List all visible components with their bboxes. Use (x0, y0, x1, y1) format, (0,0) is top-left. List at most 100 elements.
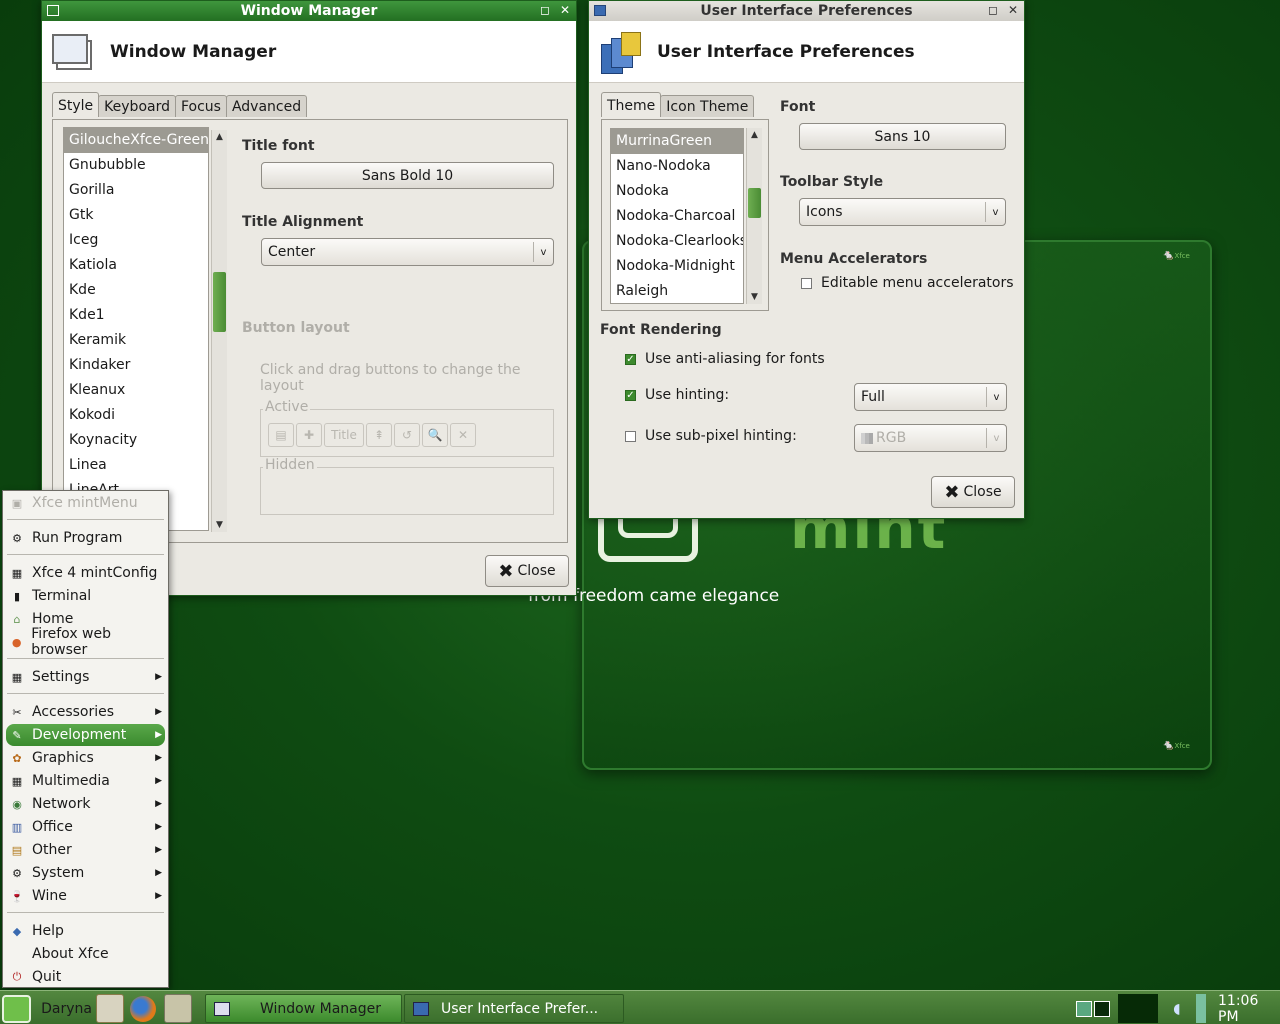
scroll-down-icon[interactable]: ▼ (747, 292, 762, 302)
close-icon[interactable]: ✕ (558, 3, 572, 17)
menu-separator (7, 554, 164, 555)
tab-advanced[interactable]: Advanced (225, 95, 308, 117)
tab-focus[interactable]: Focus (174, 95, 227, 117)
list-item[interactable]: Gorilla (64, 178, 208, 203)
list-item[interactable]: Kokodi (64, 403, 208, 428)
menu-item-help[interactable]: ◆ Help (6, 920, 165, 942)
menu-item-accessories[interactable]: ✂ Accessories ▶ (6, 701, 165, 723)
scroll-thumb[interactable] (748, 188, 761, 218)
window-menu-icon[interactable] (594, 5, 606, 16)
checkbox-box[interactable]: ✓ (625, 389, 636, 401)
list-item[interactable]: Kde (64, 278, 208, 303)
hinting-combo[interactable]: Full v (854, 383, 1007, 411)
scroll-up-icon[interactable]: ▲ (212, 132, 227, 142)
volume-icon[interactable]: ◖ (1164, 994, 1190, 1023)
submenu-arrow-icon: ▶ (155, 672, 162, 682)
list-item[interactable]: Nodoka-Midnight (611, 254, 743, 279)
checkbox-box[interactable] (801, 277, 812, 289)
title-alignment-combo[interactable]: Center v (261, 238, 554, 266)
hide-button-icon[interactable]: ↺ (394, 423, 420, 447)
launcher-firefox-icon[interactable] (128, 994, 158, 1023)
list-item[interactable]: Nodoka (611, 179, 743, 204)
titlebar[interactable]: User Interface Preferences ◻ ✕ (589, 1, 1024, 21)
tab-keyboard[interactable]: Keyboard (98, 95, 176, 117)
list-item[interactable]: Koynacity (64, 428, 208, 453)
menu-item-terminal[interactable]: ▮ Terminal (6, 585, 165, 607)
menu-item-quit[interactable]: ⏻ Quit (6, 966, 165, 988)
gtk-theme-list[interactable]: MurrinaGreen Nano-Nodoka Nodoka Nodoka-C… (610, 128, 744, 304)
menu-item-about[interactable]: About Xfce (6, 943, 165, 965)
list-item[interactable]: Gtk (64, 203, 208, 228)
toolbar-style-combo[interactable]: Icons v (799, 198, 1006, 226)
menu-item-firefox[interactable]: ● Firefox web browser (6, 626, 165, 658)
list-item[interactable]: Keramik (64, 328, 208, 353)
menu-item-run-program[interactable]: ⚙ Run Program (6, 527, 165, 549)
tab-style[interactable]: Style (52, 92, 100, 117)
launcher-editor-icon[interactable] (96, 994, 124, 1023)
list-item[interactable]: Linea (64, 453, 208, 478)
hinting-checkbox[interactable]: ✓ Use hinting: (625, 387, 729, 403)
titlebar[interactable]: Window Manager ◻ ✕ (42, 1, 576, 21)
menu-item-multimedia[interactable]: ▦ Multimedia ▶ (6, 770, 165, 792)
scroll-thumb[interactable] (213, 272, 226, 332)
theme-list[interactable]: GiloucheXfce-Green Gnububble Gorilla Gtk… (63, 127, 209, 531)
title-font-button[interactable]: Sans Bold 10 (261, 162, 554, 189)
font-button[interactable]: Sans 10 (799, 123, 1006, 150)
menu-item-label: Office (32, 819, 73, 835)
menu-item-office[interactable]: ▥ Office ▶ (6, 816, 165, 838)
list-item[interactable]: Nodoka-Charcoal (611, 204, 743, 229)
scroll-up-icon[interactable]: ▲ (747, 130, 762, 140)
close-button[interactable]: ✖ Close (485, 555, 569, 587)
maximize-icon[interactable]: ◻ (986, 3, 1000, 17)
list-item[interactable]: MurrinaGreen (611, 129, 743, 154)
gtk-theme-scrollbar[interactable]: ▲ ▼ (746, 128, 762, 304)
list-item[interactable]: Gnububble (64, 153, 208, 178)
checkbox-box[interactable] (625, 430, 636, 442)
menu-item-graphics[interactable]: ✿ Graphics ▶ (6, 747, 165, 769)
menu-item-system[interactable]: ⚙ System ▶ (6, 862, 165, 884)
theme-list-scrollbar[interactable]: ▲ ▼ (211, 130, 227, 532)
menu-button-icon[interactable]: ▤ (268, 423, 294, 447)
menu-item-development[interactable]: ✎ Development ▶ (6, 724, 165, 746)
start-menu-button[interactable]: Daryna (2, 994, 92, 1023)
stick-button-icon[interactable]: ✚ (296, 423, 322, 447)
maximize-button-icon[interactable]: 🔍 (422, 423, 448, 447)
list-item[interactable]: Nano-Nodoka (611, 154, 743, 179)
menu-item-network[interactable]: ◉ Network ▶ (6, 793, 165, 815)
workspace-switcher[interactable] (1076, 994, 1112, 1023)
list-item[interactable]: Iceg (64, 228, 208, 253)
tab-icon-theme[interactable]: Icon Theme (660, 95, 755, 117)
window-menu-icon[interactable] (47, 5, 59, 16)
checkbox-box[interactable]: ✓ (625, 353, 636, 365)
menu-item-settings[interactable]: ▦ Settings ▶ (6, 666, 165, 688)
ui-preferences-window: User Interface Preferences ◻ ✕ User Inte… (588, 0, 1025, 519)
tab-theme[interactable]: Theme (601, 92, 662, 117)
anti-aliasing-checkbox[interactable]: ✓ Use anti-aliasing for fonts (625, 351, 825, 367)
menu-item-mintconfig[interactable]: ▦ Xfce 4 mintConfig (6, 562, 165, 584)
maximize-icon[interactable]: ◻ (538, 3, 552, 17)
list-item[interactable]: Kde1 (64, 303, 208, 328)
list-item[interactable]: Kleanux (64, 378, 208, 403)
scroll-down-icon[interactable]: ▼ (212, 520, 227, 530)
workspace-1[interactable] (1076, 1000, 1092, 1017)
list-item[interactable]: Nodoka-Clearlooks (611, 229, 743, 254)
close-button-icon[interactable]: ✕ (450, 423, 476, 447)
shade-button-icon[interactable]: ⇞ (366, 423, 392, 447)
menu-item-wine[interactable]: 🍷 Wine ▶ (6, 885, 165, 907)
task-ui-preferences[interactable]: User Interface Prefer... (404, 994, 624, 1023)
close-button[interactable]: ✖ Close (931, 476, 1015, 508)
clock[interactable]: 11:06 PM (1218, 993, 1280, 1024)
launcher-folder-icon[interactable] (164, 994, 192, 1023)
close-icon[interactable]: ✕ (1006, 3, 1020, 17)
list-item[interactable]: Raleigh (611, 279, 743, 303)
list-item[interactable]: GiloucheXfce-Green (64, 128, 208, 153)
editable-accelerators-checkbox[interactable]: Editable menu accelerators (801, 275, 1014, 291)
subpixel-checkbox[interactable]: Use sub-pixel hinting: (625, 428, 797, 444)
title-button[interactable]: Title (324, 423, 364, 447)
workspace-2[interactable] (1094, 1000, 1110, 1017)
menu-header: ▣ Xfce mintMenu (6, 492, 165, 514)
list-item[interactable]: Kindaker (64, 353, 208, 378)
menu-item-other[interactable]: ▤ Other ▶ (6, 839, 165, 861)
list-item[interactable]: Katiola (64, 253, 208, 278)
task-window-manager[interactable]: Window Manager (205, 994, 402, 1023)
